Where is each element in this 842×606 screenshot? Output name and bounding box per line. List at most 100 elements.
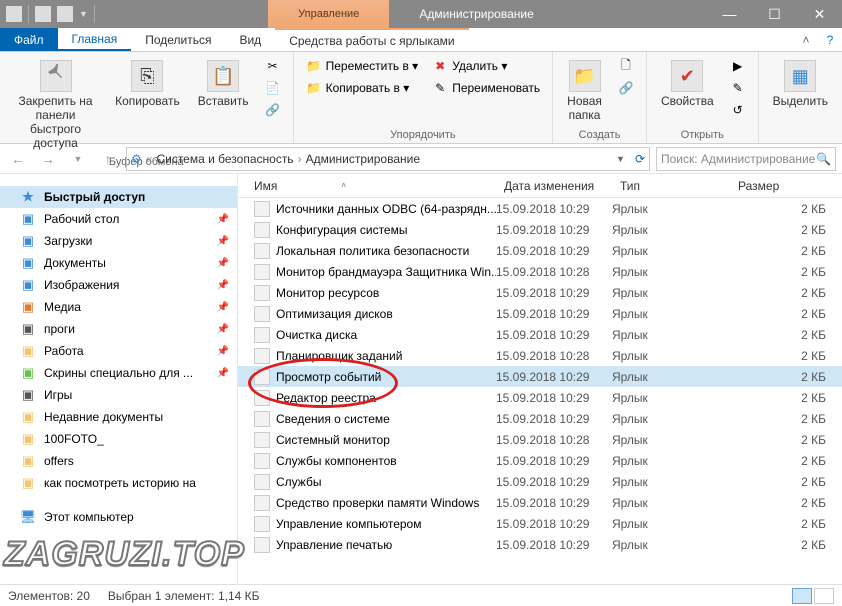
sidebar-item[interactable]: ▣Медиа📌 — [0, 296, 237, 318]
sidebar-item[interactable]: ▣Документы📌 — [0, 252, 237, 274]
file-type: Ярлык — [612, 223, 730, 237]
sidebar-item[interactable]: ▣offers — [0, 450, 237, 472]
sidebar-quick-access[interactable]: ★ Быстрый доступ — [0, 186, 237, 208]
open-button[interactable]: ▶ — [726, 56, 750, 76]
maximize-button[interactable]: ☐ — [752, 0, 797, 28]
paste-button[interactable]: 📋 Вставить — [192, 56, 255, 112]
qat-icon-2[interactable] — [35, 6, 51, 22]
up-button[interactable]: ↑ — [96, 147, 120, 171]
column-name[interactable]: Имя˄ — [238, 179, 496, 193]
new-item-button[interactable]: 🗋 — [614, 56, 638, 76]
properties-button[interactable]: ✔ Свойства — [655, 56, 720, 112]
file-row[interactable]: Оптимизация дисков15.09.2018 10:29Ярлык2… — [238, 303, 842, 324]
back-button[interactable]: ← — [6, 147, 30, 171]
refresh-icon[interactable]: ⟳ — [635, 152, 645, 166]
content: Имя˄ Дата изменения Тип Размер Источники… — [238, 174, 842, 584]
close-button[interactable]: ✕ — [797, 0, 842, 28]
file-type: Ярлык — [612, 517, 730, 531]
file-row[interactable]: Управление компьютером15.09.2018 10:29Яр… — [238, 513, 842, 534]
copy-button[interactable]: ⎘ Копировать — [109, 56, 186, 112]
file-row[interactable]: Планировщик заданий15.09.2018 10:28Ярлык… — [238, 345, 842, 366]
file-row[interactable]: Просмотр событий15.09.2018 10:29Ярлык2 К… — [238, 366, 842, 387]
file-name: Управление компьютером — [276, 517, 421, 531]
file-row[interactable]: Сведения о системе15.09.2018 10:29Ярлык2… — [238, 408, 842, 429]
file-date: 15.09.2018 10:29 — [496, 370, 612, 384]
copy-path-button[interactable]: 📄 — [261, 78, 285, 98]
file-row[interactable]: Монитор ресурсов15.09.2018 10:29Ярлык2 К… — [238, 282, 842, 303]
file-row[interactable]: Очистка диска15.09.2018 10:29Ярлык2 КБ — [238, 324, 842, 345]
shortcut-icon — [254, 201, 270, 217]
column-date[interactable]: Дата изменения — [496, 179, 612, 193]
edit-icon: ✎ — [730, 80, 746, 96]
sidebar-item[interactable]: ▣как посмотреть историю на — [0, 472, 237, 494]
qat-icon-3[interactable] — [57, 6, 73, 22]
qat-drop-icon[interactable]: ▼ — [79, 9, 88, 19]
file-row[interactable]: Службы15.09.2018 10:29Ярлык2 КБ — [238, 471, 842, 492]
breadcrumb-current[interactable]: Администрирование — [306, 152, 420, 166]
help-icon[interactable]: ? — [818, 28, 842, 51]
sidebar-item[interactable]: ▣Игры — [0, 384, 237, 406]
sidebar-this-pc[interactable]: 🖥 Этот компьютер — [0, 506, 237, 528]
copy-to-button[interactable]: 📁Копировать в ▾ — [302, 78, 423, 98]
rename-button[interactable]: ✎Переименовать — [428, 78, 544, 98]
ribbon-tabs: Файл Главная Поделиться Вид Средства раб… — [0, 28, 842, 52]
sidebar-item[interactable]: ▣Недавние документы — [0, 406, 237, 428]
recent-button[interactable]: ▼ — [66, 147, 90, 171]
select-button[interactable]: ▦ Выделить — [767, 56, 834, 112]
open-icon: ▶ — [730, 58, 746, 74]
column-size[interactable]: Размер — [730, 179, 842, 193]
tab-home[interactable]: Главная — [58, 28, 132, 51]
delete-icon: ✖ — [432, 58, 448, 74]
file-row[interactable]: Конфигурация системы15.09.2018 10:29Ярлы… — [238, 219, 842, 240]
view-details-button[interactable] — [792, 588, 812, 604]
column-type[interactable]: Тип — [612, 179, 730, 193]
file-row[interactable]: Системный монитор15.09.2018 10:28Ярлык2 … — [238, 429, 842, 450]
sidebar-item[interactable]: ▣Загрузки📌 — [0, 230, 237, 252]
file-name: Планировщик заданий — [276, 349, 402, 363]
delete-button[interactable]: ✖Удалить ▾ — [428, 56, 544, 76]
address-bar[interactable]: ⚙ « Система и безопасность › Администрир… — [126, 147, 650, 171]
new-folder-button[interactable]: 📁 Новая папка — [561, 56, 608, 126]
file-row[interactable]: Средство проверки памяти Windows15.09.20… — [238, 492, 842, 513]
qat-icon-1[interactable] — [6, 6, 22, 22]
forward-button[interactable]: → — [36, 147, 60, 171]
file-row[interactable]: Монитор брандмауэра Защитника Win...15.0… — [238, 261, 842, 282]
breadcrumb-root[interactable]: Система и безопасность — [156, 152, 293, 166]
sidebar-item[interactable]: ▣проги📌 — [0, 318, 237, 340]
sidebar-item[interactable]: ▣Скрины специально для ...📌 — [0, 362, 237, 384]
file-type: Ярлык — [612, 307, 730, 321]
sidebar-item[interactable]: ▣Рабочий стол📌 — [0, 208, 237, 230]
pin-to-quick-access-button[interactable]: Закрепить на панели быстрого доступа — [8, 56, 103, 154]
tab-view[interactable]: Вид — [225, 28, 275, 51]
file-row[interactable]: Редактор реестра15.09.2018 10:29Ярлык2 К… — [238, 387, 842, 408]
move-to-button[interactable]: 📁Переместить в ▾ — [302, 56, 423, 76]
addr-drop-icon[interactable]: ▼ — [616, 154, 625, 164]
file-row[interactable]: Службы компонентов15.09.2018 10:29Ярлык2… — [238, 450, 842, 471]
tab-shortcut-tools[interactable]: Средства работы с ярлыками — [275, 28, 468, 51]
edit-button[interactable]: ✎ — [726, 78, 750, 98]
sidebar-item[interactable]: ▣100FOTO_ — [0, 428, 237, 450]
sidebar-item[interactable]: ▣Изображения📌 — [0, 274, 237, 296]
file-size: 2 КБ — [730, 496, 842, 510]
sidebar-item[interactable]: ▣Работа📌 — [0, 340, 237, 362]
file-row[interactable]: Управление печатью15.09.2018 10:29Ярлык2… — [238, 534, 842, 555]
group-new: 📁 Новая папка 🗋 🔗 Создать — [553, 52, 647, 143]
paste-shortcut-button[interactable]: 🔗 — [261, 100, 285, 120]
file-size: 2 КБ — [730, 412, 842, 426]
contextual-tab[interactable]: Управление — [268, 0, 389, 28]
tab-share[interactable]: Поделиться — [131, 28, 225, 51]
history-button[interactable]: ↺ — [726, 100, 750, 120]
file-list: Источники данных ODBC (64-разрядн...15.0… — [238, 198, 842, 584]
minimize-button[interactable]: — — [707, 0, 752, 28]
file-name: Системный монитор — [276, 433, 390, 447]
collapse-ribbon-icon[interactable]: ˄ — [794, 28, 818, 51]
file-date: 15.09.2018 10:29 — [496, 496, 612, 510]
file-row[interactable]: Локальная политика безопасности15.09.201… — [238, 240, 842, 261]
file-row[interactable]: Источники данных ODBC (64-разрядн...15.0… — [238, 198, 842, 219]
tab-file[interactable]: Файл — [0, 28, 58, 51]
easy-access-button[interactable]: 🔗 — [614, 78, 638, 98]
folder-icon: ▣ — [20, 431, 36, 447]
view-large-icons-button[interactable] — [814, 588, 834, 604]
search-box[interactable]: Поиск: Администрирование 🔍 — [656, 147, 836, 171]
cut-button[interactable]: ✂ — [261, 56, 285, 76]
